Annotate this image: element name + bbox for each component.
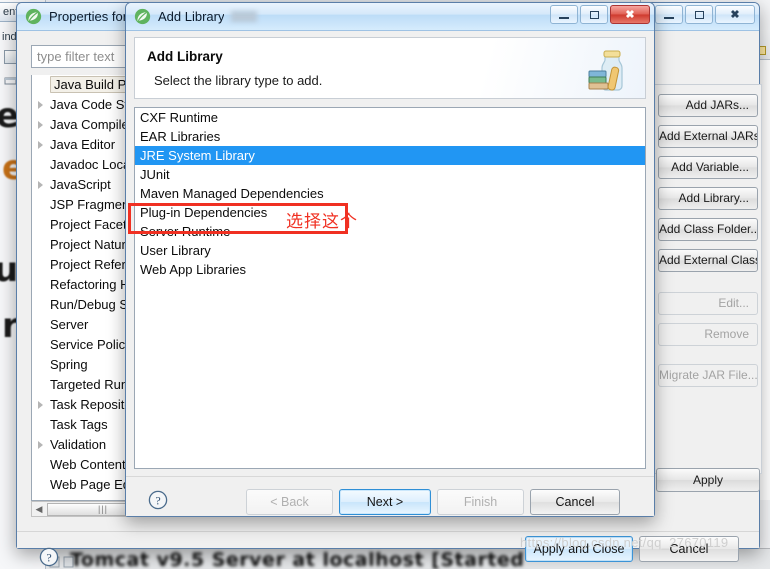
console-line-text: Tomcat v9.5 Server at localhost [Started xyxy=(70,549,525,569)
tree-item-label: Java Compiler xyxy=(50,117,134,132)
library-type-ear-libraries[interactable]: EAR Libraries xyxy=(135,127,645,146)
add-library-dialog-title: Add Library xyxy=(158,9,225,24)
page-title: Add Library xyxy=(147,49,223,64)
add-library-body: Add Library Select the library type to a… xyxy=(126,31,654,516)
chevron-right-icon[interactable] xyxy=(38,141,43,149)
eclipse-leaf-icon xyxy=(134,8,151,25)
cancel-button[interactable]: Cancel xyxy=(530,489,620,515)
add-library-header: Add Library Select the library type to a… xyxy=(134,37,646,99)
maximize-icon[interactable] xyxy=(685,5,713,24)
chevron-right-icon[interactable] xyxy=(38,121,43,129)
minimize-icon[interactable] xyxy=(550,5,578,24)
build-path-add-library-button[interactable]: Add Library... xyxy=(658,187,758,210)
chevron-right-icon[interactable] xyxy=(38,101,43,109)
add-library-window-controls: ✖ xyxy=(550,5,650,24)
build-path-remove-button[interactable]: Remove xyxy=(658,323,758,346)
library-type-web-app-libraries[interactable]: Web App Libraries xyxy=(135,260,645,279)
svg-text:?: ? xyxy=(46,551,51,565)
screenshot-root: ent ind e e u r Tomcat v9.5 Server at lo… xyxy=(0,0,770,569)
build-path-migrate-jar-file-button[interactable]: Migrate JAR File... xyxy=(658,364,758,387)
library-jar-books-icon xyxy=(583,43,635,95)
maximize-icon[interactable] xyxy=(580,5,608,24)
build-path-add-external-class-folder-button[interactable]: Add External Class Folder... xyxy=(658,249,758,272)
chevron-right-icon[interactable] xyxy=(38,441,43,449)
library-type-user-library[interactable]: User Library xyxy=(135,241,645,260)
annotation-note-text: 选择这个 xyxy=(286,212,358,232)
tree-item-label: Server xyxy=(50,317,89,332)
build-path-add-variable-button[interactable]: Add Variable... xyxy=(658,156,758,179)
library-type-maven-managed-dependencies[interactable]: Maven Managed Dependencies xyxy=(135,184,645,203)
background-glyph-3: u xyxy=(0,250,18,290)
footer-divider xyxy=(17,531,759,532)
library-type-junit[interactable]: JUnit xyxy=(135,165,645,184)
help-question-icon[interactable]: ? xyxy=(39,547,59,567)
add-library-footer-divider xyxy=(126,476,654,477)
help-question-icon[interactable]: ? xyxy=(148,490,168,510)
minimize-icon[interactable] xyxy=(655,5,683,24)
properties-dialog-title: Properties for xyxy=(49,9,128,24)
back-button[interactable]: < Back xyxy=(246,489,333,515)
tree-item-label: Project Facets xyxy=(50,217,134,232)
tree-item-label: Spring xyxy=(50,357,88,372)
add-library-dialog: Add Library ✖ Add Library Select the lib… xyxy=(125,2,655,517)
close-icon[interactable]: ✖ xyxy=(715,5,755,24)
library-type-plug-in-dependencies[interactable]: Plug-in Dependencies xyxy=(135,203,645,222)
chevron-right-icon[interactable] xyxy=(38,401,43,409)
tree-item-label: Validation xyxy=(50,437,107,452)
next-button[interactable]: Next > xyxy=(339,489,431,515)
tree-item-label: Task Tags xyxy=(50,417,108,432)
tree-item-label: JavaScript xyxy=(50,177,111,192)
apply-button[interactable]: Apply xyxy=(656,468,760,492)
svg-text:?: ? xyxy=(155,494,160,508)
library-type-server-runtime[interactable]: Server Runtime xyxy=(135,222,645,241)
eclipse-leaf-icon xyxy=(25,8,42,25)
page-description: Select the library type to add. xyxy=(154,73,323,88)
properties-window-controls: ✖ xyxy=(655,5,755,24)
build-path-edit-button[interactable]: Edit... xyxy=(658,292,758,315)
watermark-text: https://blog.csdn.net/qq_27670119 xyxy=(520,535,729,550)
scroll-left-icon[interactable]: ◀ xyxy=(32,504,46,515)
add-library-titlebar[interactable]: Add Library ✖ xyxy=(126,3,654,31)
chevron-right-icon[interactable] xyxy=(38,181,43,189)
library-type-cxf-runtime[interactable]: CXF Runtime xyxy=(135,108,645,127)
title-blurred-suffix xyxy=(231,11,258,22)
tree-item-label: Java Editor xyxy=(50,137,116,152)
library-type-list[interactable]: CXF Runtime EAR Libraries JRE System Libra… xyxy=(134,107,646,469)
close-icon[interactable]: ✖ xyxy=(610,5,650,24)
build-path-add-class-folder-button[interactable]: Add Class Folder... xyxy=(658,218,758,241)
tree-item-label: JSP Fragment xyxy=(50,197,133,212)
finish-button[interactable]: Finish xyxy=(437,489,524,515)
library-type-jre-system-library[interactable]: JRE System Library xyxy=(135,146,645,165)
build-path-add-external-jars-button[interactable]: Add External JARs... xyxy=(658,125,758,148)
build-path-add-jars-button[interactable]: Add JARs... xyxy=(658,94,758,117)
